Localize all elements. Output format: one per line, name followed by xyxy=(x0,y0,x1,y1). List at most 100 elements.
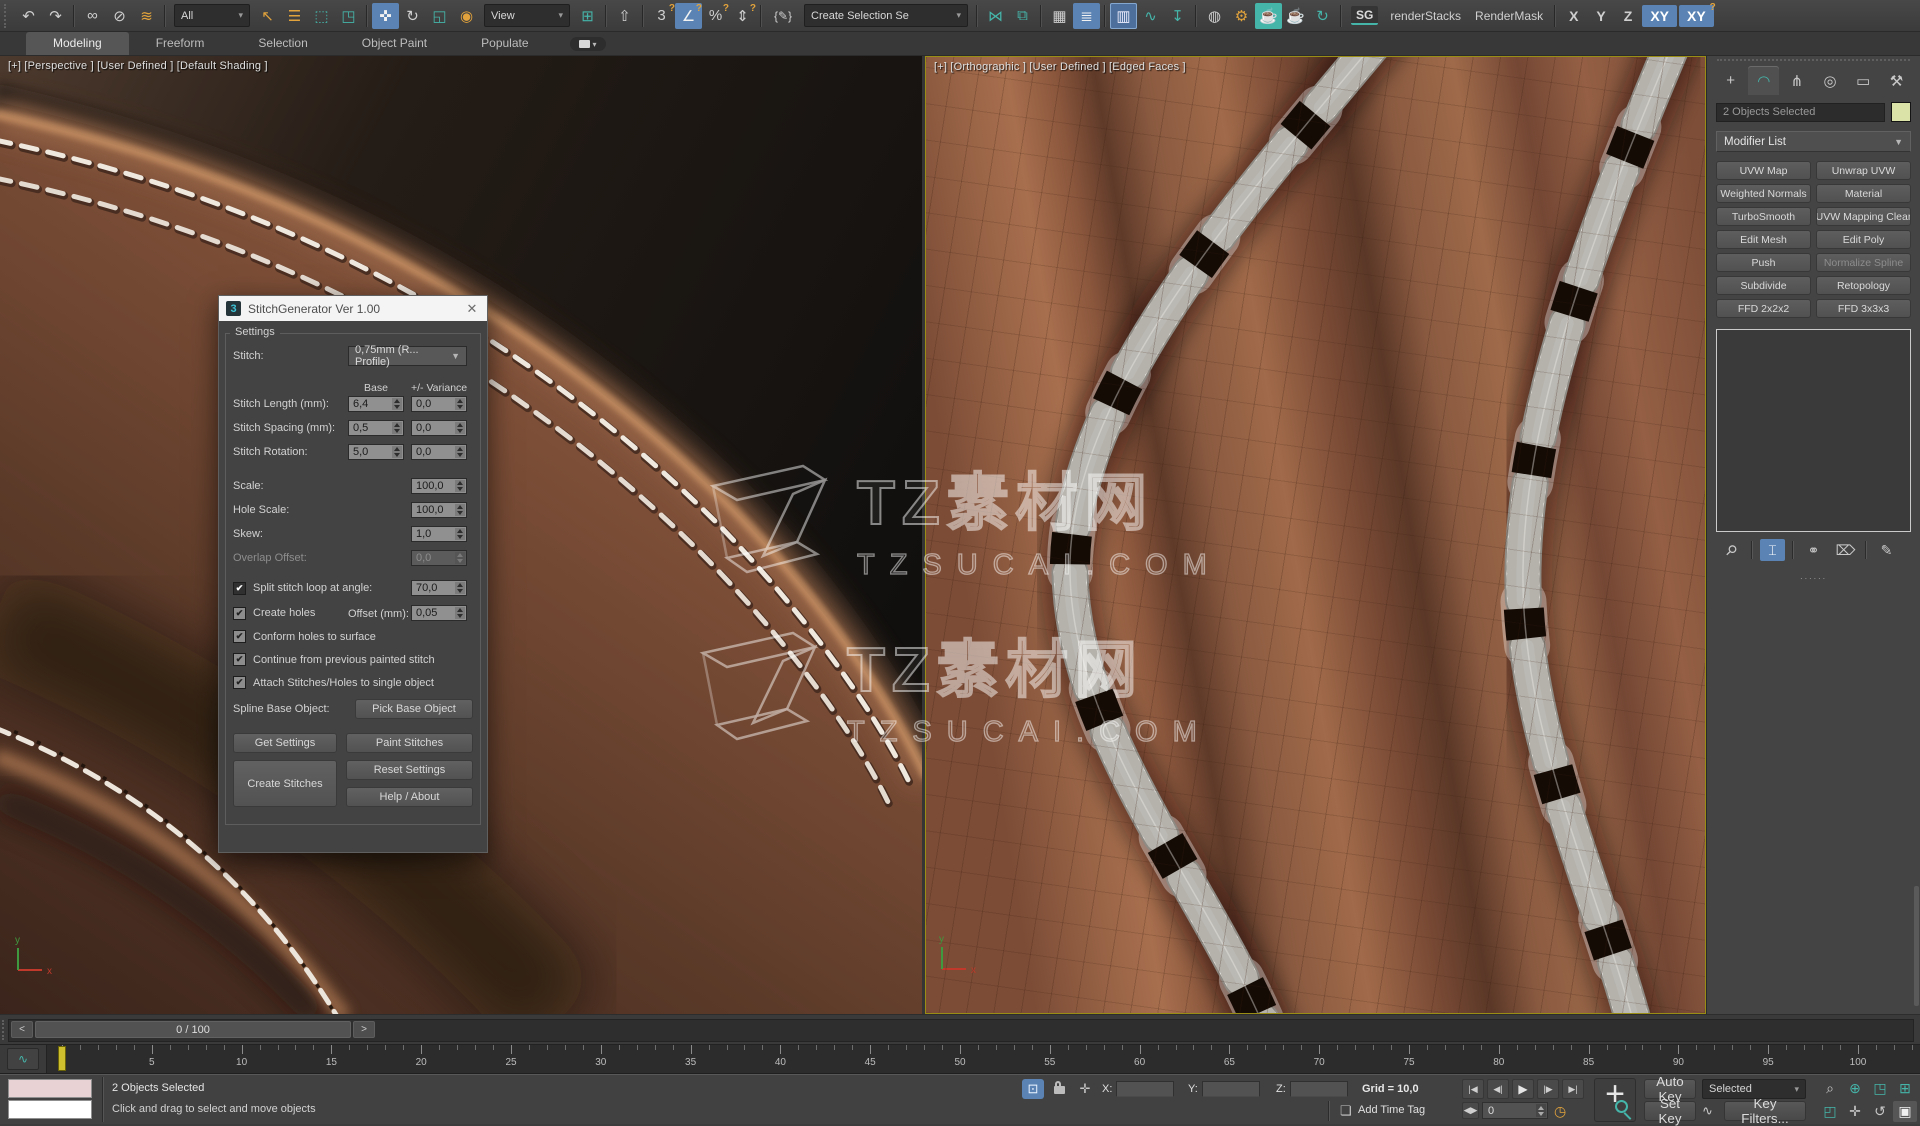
spinner-field[interactable]: 70,0 xyxy=(411,580,467,596)
zoom-all-icon[interactable]: ⊕ xyxy=(1843,1078,1867,1099)
absolute-offset-mode-icon[interactable]: ✛ xyxy=(1074,1079,1096,1099)
modifier-button-material[interactable]: Material xyxy=(1816,184,1911,203)
select-and-scale-icon[interactable]: ◱ xyxy=(426,3,453,29)
viewport-orthographic[interactable]: x y [+] [Orthographic ] [User Defined ] … xyxy=(925,56,1706,1014)
use-pivot-point-center-icon[interactable]: ⇧ xyxy=(611,3,638,29)
modifier-button-push[interactable]: Push xyxy=(1716,253,1811,272)
toggle-ribbon-icon[interactable]: ▥ xyxy=(1110,3,1137,29)
modify-tab[interactable]: ◠ xyxy=(1748,66,1779,95)
x-coordinate-field[interactable] xyxy=(1116,1081,1174,1097)
get-settings-button[interactable]: Get Settings xyxy=(233,733,337,753)
maxscript-mini-listener-pink[interactable] xyxy=(8,1079,92,1098)
new-key-tangent-icon[interactable]: ∿ xyxy=(1702,1103,1713,1119)
toggle-scene-explorer-icon[interactable]: ▦ xyxy=(1046,3,1073,29)
spinner-field[interactable]: 0,0 xyxy=(411,444,467,460)
rendered-frame-window-icon[interactable]: ☕ xyxy=(1255,3,1282,29)
renderstacks-label[interactable]: renderStacks xyxy=(1383,9,1468,23)
spinner-field[interactable]: 6,4 xyxy=(348,396,404,412)
bind-to-space-warp-icon[interactable]: ≋ xyxy=(133,3,160,29)
zoom-region-icon[interactable]: ◰ xyxy=(1818,1101,1842,1122)
spinner-snap-toggle-icon[interactable]: ⇕? xyxy=(729,3,756,29)
help-about-button[interactable]: Help / About xyxy=(346,787,473,807)
constraint-z-button[interactable]: Z xyxy=(1616,5,1641,27)
modifier-button-ffd-3x3x3[interactable]: FFD 3x3x3 xyxy=(1816,299,1911,318)
make-unique-icon[interactable]: ⚭ xyxy=(1801,539,1826,561)
next-key-button[interactable]: |▶ xyxy=(1537,1079,1559,1099)
previous-key-button[interactable]: ◀| xyxy=(1487,1079,1509,1099)
redo-icon[interactable]: ↷ xyxy=(42,3,69,29)
pick-base-object-button[interactable]: Pick Base Object xyxy=(355,699,473,719)
previous-frame-button[interactable]: < xyxy=(11,1021,33,1038)
spinner-field[interactable]: 1,0 xyxy=(411,526,467,542)
configure-modifier-sets-icon[interactable]: ✎ xyxy=(1874,539,1899,561)
current-frame-readout[interactable]: 0 / 100 xyxy=(35,1021,351,1038)
rectangular-selection-region-icon[interactable]: ⬚ xyxy=(308,3,335,29)
key-mode-toggle-icon[interactable]: ◀▶ xyxy=(1462,1102,1479,1119)
undo-icon[interactable]: ↶ xyxy=(15,3,42,29)
spinner-field[interactable]: 100,0 xyxy=(411,478,467,494)
checkbox[interactable]: ✔ xyxy=(233,607,246,620)
percent-snap-toggle-icon[interactable]: %? xyxy=(702,3,729,29)
spinner-field[interactable]: 0,0 xyxy=(411,420,467,436)
show-end-result-icon[interactable]: ⌶ xyxy=(1760,539,1785,561)
iterative-render-icon[interactable]: ↻ xyxy=(1309,3,1336,29)
panel-scrollbar[interactable] xyxy=(1914,886,1919,1006)
viewport-label[interactable]: [+] [Orthographic ] [User Defined ] [Edg… xyxy=(934,61,1186,73)
ribbon-tab-modeling[interactable]: Modeling xyxy=(26,32,129,55)
toolbar-grip[interactable] xyxy=(4,4,11,28)
edit-named-selection-sets-icon[interactable]: {✎} xyxy=(766,3,800,29)
go-to-start-button[interactable]: |◀ xyxy=(1462,1079,1484,1099)
modifier-button-weighted-normals[interactable]: Weighted Normals xyxy=(1716,184,1811,203)
select-and-rotate-icon[interactable]: ↻ xyxy=(399,3,426,29)
material-editor-icon[interactable]: ◍ xyxy=(1201,3,1228,29)
modifier-button-subdivide[interactable]: Subdivide xyxy=(1716,276,1811,295)
mirror-icon[interactable]: ⋈ xyxy=(982,3,1009,29)
zoom-extents-icon[interactable]: ◳ xyxy=(1868,1078,1892,1099)
renderstacks-logo[interactable]: SG xyxy=(1351,6,1378,25)
utilities-tab[interactable]: ⚒ xyxy=(1881,66,1912,95)
pin-stack-icon[interactable]: ⚲ xyxy=(1719,539,1744,561)
selection-filter-dropdown[interactable]: All▾ xyxy=(174,4,250,27)
align-icon[interactable]: ⧉ xyxy=(1009,3,1036,29)
reset-settings-button[interactable]: Reset Settings xyxy=(346,760,473,780)
modifier-button-retopology[interactable]: Retopology xyxy=(1816,276,1911,295)
spinner-field[interactable]: 0,05 xyxy=(411,605,467,621)
orbit-icon[interactable]: ↺ xyxy=(1868,1101,1892,1122)
viewport-label[interactable]: [+] [Perspective ] [User Defined ] [Defa… xyxy=(8,60,268,72)
close-icon[interactable]: ✕ xyxy=(464,301,480,317)
schematic-view-icon[interactable]: ↧ xyxy=(1164,3,1191,29)
selection-lock-toggle-icon[interactable] xyxy=(1054,1086,1065,1094)
open-mini-curve-editor-button[interactable]: ∿ xyxy=(7,1048,39,1070)
pan-icon[interactable]: ✛ xyxy=(1843,1101,1867,1122)
select-object-icon[interactable]: ↖ xyxy=(254,3,281,29)
time-slider-grip[interactable] xyxy=(2,1020,4,1040)
ribbon-tab-freeform[interactable]: Freeform xyxy=(129,32,232,55)
add-time-tag[interactable]: Add Time Tag xyxy=(1358,1104,1425,1116)
render-setup-icon[interactable]: ⚙ xyxy=(1228,3,1255,29)
modifier-stack[interactable] xyxy=(1716,329,1911,532)
stitch-profile-dropdown[interactable]: 0,75mm (R... Profile) ▼ xyxy=(348,346,467,366)
unlink-selection-icon[interactable]: ⊘ xyxy=(106,3,133,29)
modifier-button-uvw-map[interactable]: UVW Map xyxy=(1716,161,1811,180)
modifier-button-edit-poly[interactable]: Edit Poly xyxy=(1816,230,1911,249)
modifier-button-uvw-mapping-clear[interactable]: UVW Mapping Clear xyxy=(1816,207,1911,226)
object-color-swatch[interactable] xyxy=(1891,102,1911,122)
window-crossing-icon[interactable]: ◳ xyxy=(335,3,362,29)
toggle-layer-explorer-icon[interactable]: ≣ xyxy=(1073,3,1100,29)
spinner-field[interactable]: 0,5 xyxy=(348,420,404,436)
hierarchy-tab[interactable]: ⋔ xyxy=(1781,66,1812,95)
play-button[interactable]: ▶ xyxy=(1512,1079,1534,1099)
angle-snap-toggle-icon[interactable]: ∠? xyxy=(675,3,702,29)
paint-stitches-button[interactable]: Paint Stitches xyxy=(346,733,473,753)
next-frame-button[interactable]: > xyxy=(353,1021,375,1038)
select-and-move-icon[interactable]: ✜ xyxy=(372,3,399,29)
motion-tab[interactable]: ◎ xyxy=(1815,66,1846,95)
panel-rollout-divider[interactable]: ∙∙∙∙∙∙ xyxy=(1707,573,1920,583)
spinner-field[interactable]: 5,0 xyxy=(348,444,404,460)
render-production-icon[interactable]: ☕ xyxy=(1282,3,1309,29)
checkbox[interactable]: ✔ xyxy=(233,676,246,689)
modifier-button-ffd-2x2x2[interactable]: FFD 2x2x2 xyxy=(1716,299,1811,318)
key-filters-button[interactable]: Key Filters... xyxy=(1724,1101,1806,1121)
rendermask-label[interactable]: RenderMask xyxy=(1468,9,1550,23)
track-bar[interactable]: 0510152025303540455055606570758085909510… xyxy=(0,1044,1920,1074)
